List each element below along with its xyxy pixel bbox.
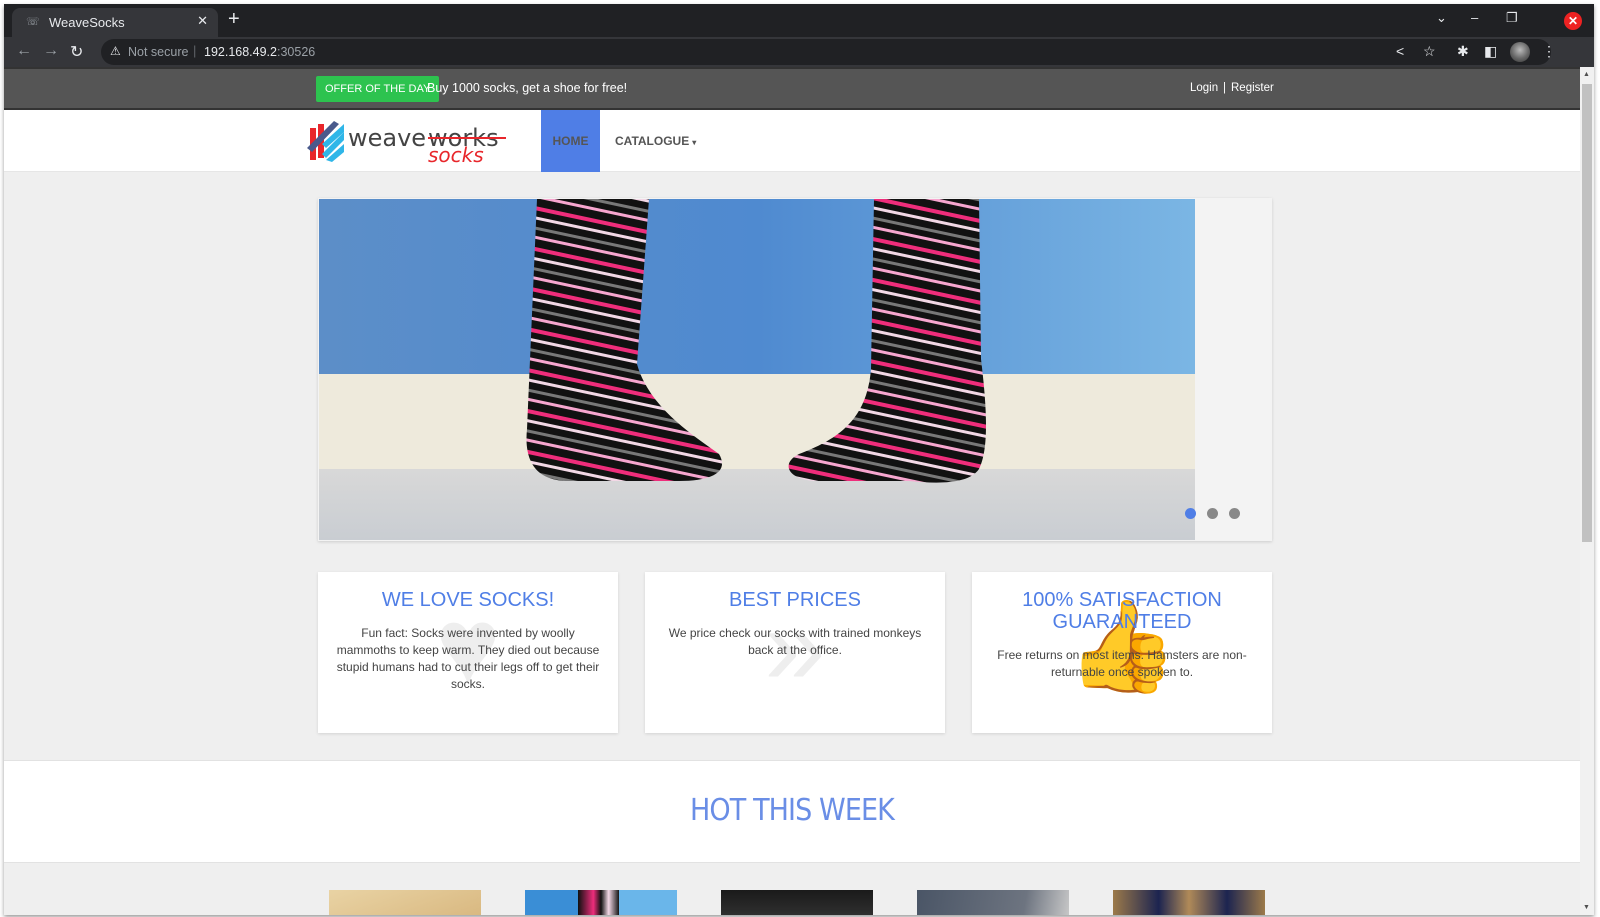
tab-title: WeaveSocks [49,15,125,30]
url-text[interactable]: 192.168.49.2:30526 [204,45,315,59]
minimize-icon[interactable]: – [1471,10,1478,25]
carousel-dot-2[interactable] [1207,508,1218,519]
feature-title: BEST PRICES [729,589,861,611]
feature-text: We price check our socks with trained mo… [668,626,922,657]
feature-title: WE LOVE SOCKS! [381,589,555,611]
offer-text: Buy 1000 socks, get a shoe for free! [427,81,628,95]
hero-carousel[interactable] [318,198,1272,541]
security-label[interactable]: Not secure [128,45,188,59]
browser-menu-icon[interactable]: ⋮ [1542,43,1556,60]
browser-window: ☏ WeaveSocks ✕ + ⌄ – ❐ ✕ ← → ↻ ⚠ Not sec… [4,4,1594,915]
warning-icon[interactable]: ⚠ [110,44,121,58]
window-close-icon[interactable]: ✕ [1564,12,1582,30]
hot-this-week-heading: HOT THIS WEEK [690,793,895,828]
product-thumbnail[interactable] [525,890,677,915]
feature-text: Free returns on most items. Hamsters are… [997,648,1247,679]
extensions-icon[interactable]: ✱ [1457,43,1469,60]
page-scrollbar[interactable]: ▲ ▼ [1580,67,1594,915]
feature-card-best-prices: » BEST PRICES We price check our socks w… [645,572,945,733]
address-bar[interactable]: ⚠ Not secure | 192.168.49.2:30526 < ☆ [101,39,1551,65]
striped-socks-illustration [319,199,1195,540]
main-navbar: weave works socks HOME CATALOGUE ▾ [4,110,1580,172]
tab-search-icon[interactable]: ⌄ [1436,10,1447,26]
url-separator: | [193,43,197,58]
nav-catalogue-label: CATALOGUE [615,134,690,148]
reload-icon[interactable]: ↻ [70,42,83,62]
svg-text:weave: weave [348,124,426,152]
weaveworks-logo-icon: weave works socks [307,121,506,167]
carousel-dot-1[interactable] [1185,508,1196,519]
offer-of-the-day-button[interactable]: OFFER OF THE DAY [316,76,440,102]
share-icon[interactable]: < [1396,43,1404,59]
svg-text:socks: socks [428,143,484,164]
nav-catalogue-dropdown[interactable]: CATALOGUE ▾ [615,110,696,172]
feature-title: 100% SATISFACTION GUARANTEED [1022,589,1222,633]
url-port: :30526 [277,45,316,59]
new-tab-button[interactable]: + [228,9,240,29]
login-register-separator: | [1223,82,1226,94]
scroll-up-arrow-icon[interactable]: ▲ [1583,71,1590,78]
browser-toolbar: ← → ↻ ⚠ Not secure | 192.168.49.2:30526 … [4,37,1594,67]
hot-this-week-section: HOT THIS WEEK [4,760,1580,863]
product-thumbnail[interactable] [721,890,873,915]
feature-card-satisfaction: 👍 100% SATISFACTION GUARANTEED Free retu… [972,572,1272,733]
scrollbar-thumb[interactable] [1582,84,1592,542]
nav-home[interactable]: HOME [541,110,600,172]
tab-weavesocks[interactable]: ☏ WeaveSocks ✕ [12,8,218,37]
product-thumbnail[interactable] [1113,890,1265,915]
hero-socks-image [319,199,1195,540]
forward-icon[interactable]: → [43,42,59,60]
side-panel-icon[interactable]: ◧ [1484,43,1497,60]
page-viewport: OFFER OF THE DAY Buy 1000 socks, get a s… [4,67,1580,915]
back-icon[interactable]: ← [16,42,32,60]
product-thumbnail[interactable] [917,890,1069,915]
product-thumbnail[interactable] [329,890,481,915]
feature-text: Fun fact: Socks were invented by woolly … [336,626,600,691]
tab-strip: ☏ WeaveSocks ✕ + ⌄ – ❐ ✕ [4,4,1594,37]
register-link[interactable]: Register [1231,82,1274,94]
offer-bar: OFFER OF THE DAY Buy 1000 socks, get a s… [4,67,1580,110]
login-link[interactable]: Login [1190,82,1218,94]
carousel-dot-3[interactable] [1229,508,1240,519]
weaveworks-socks-logo[interactable]: weave works socks [304,118,514,167]
caret-down-icon: ▾ [692,138,697,147]
tab-close-icon[interactable]: ✕ [197,13,208,29]
url-host: 192.168.49.2 [204,45,277,59]
feature-card-love-socks: ♥ WE LOVE SOCKS! Fun fact: Socks were in… [318,572,618,733]
scroll-down-arrow-icon[interactable]: ▼ [1583,904,1590,911]
page-favicon-icon: ☏ [26,16,40,28]
profile-avatar[interactable] [1510,42,1530,62]
bookmark-star-icon[interactable]: ☆ [1423,43,1436,60]
restore-icon[interactable]: ❐ [1506,10,1518,26]
